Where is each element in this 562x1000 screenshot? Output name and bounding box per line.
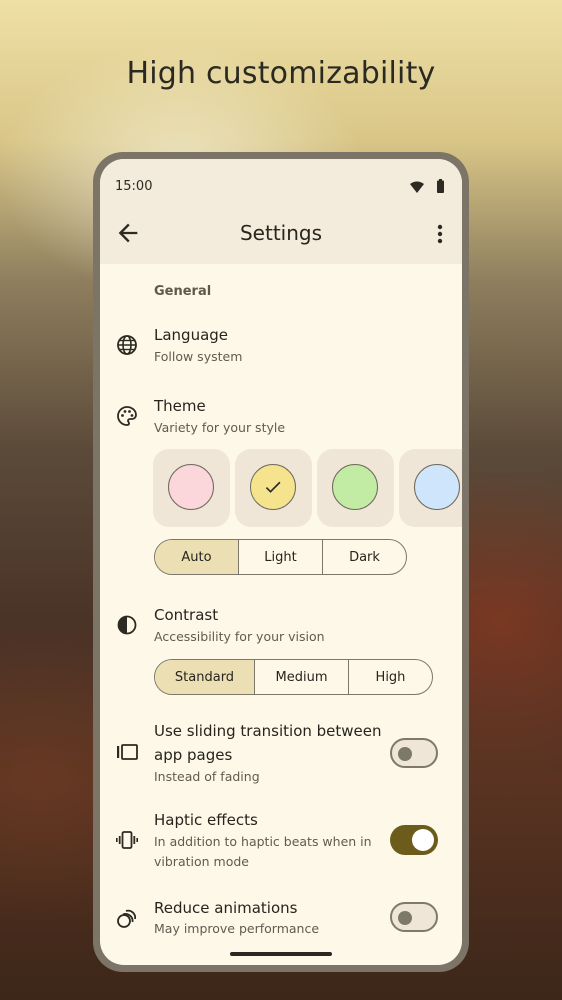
- theme-subtitle: Variety for your style: [154, 420, 286, 435]
- animation-icon: [117, 909, 136, 928]
- contrast-title: Contrast: [154, 606, 219, 624]
- theme-title: Theme: [154, 397, 206, 415]
- toggle-knob: [412, 829, 434, 851]
- wifi-icon: [410, 181, 424, 193]
- swatch-color-dot: [332, 464, 378, 510]
- theme-color-swatches: [153, 449, 462, 527]
- color-swatch-green[interactable]: [317, 449, 394, 527]
- more-vert-icon[interactable]: [434, 221, 446, 247]
- swatch-color-dot: [250, 464, 296, 510]
- section-title-general: General: [154, 284, 212, 299]
- sliding-transition-subtitle: Instead of fading: [154, 769, 260, 784]
- language-title: Language: [154, 326, 229, 344]
- promo-headline: High customizability: [126, 56, 436, 91]
- color-swatch-yellow[interactable]: [235, 449, 312, 527]
- reduce-animations-toggle[interactable]: [390, 902, 438, 932]
- toggle-knob: [398, 911, 412, 925]
- page-title: Settings: [239, 221, 323, 245]
- gesture-nav-handle[interactable]: [230, 952, 332, 956]
- reduce-animations-title: Reduce animations: [154, 899, 298, 917]
- sliding-transition-title-line1: Use sliding transition between: [154, 722, 382, 740]
- view-carousel-icon: [117, 744, 138, 760]
- toggle-knob: [398, 747, 412, 761]
- contrast-medium[interactable]: Medium: [255, 660, 349, 694]
- palette-icon: [117, 406, 137, 426]
- haptic-title: Haptic effects: [154, 811, 258, 829]
- sliding-transition-toggle[interactable]: [390, 738, 438, 768]
- haptic-subtitle-line2: vibration mode: [154, 854, 249, 869]
- phone-frame: 15:00 Settings General Language Follow s…: [93, 152, 469, 972]
- swatch-color-dot: [168, 464, 214, 510]
- battery-icon: [437, 179, 444, 193]
- haptic-toggle[interactable]: [390, 825, 438, 855]
- haptic-subtitle-line1: In addition to haptic beats when in: [154, 834, 372, 849]
- status-time: 15:00: [115, 179, 153, 194]
- theme-mode-light[interactable]: Light: [239, 540, 323, 574]
- contrast-standard[interactable]: Standard: [155, 660, 255, 694]
- reduce-animations-subtitle: May improve performance: [154, 921, 320, 936]
- contrast-icon: [117, 615, 137, 635]
- contrast-high[interactable]: High: [349, 660, 432, 694]
- status-bar: 15:00: [100, 159, 462, 207]
- vibration-icon: [116, 831, 138, 849]
- contrast-subtitle: Accessibility for your vision: [154, 629, 325, 644]
- theme-mode-dark[interactable]: Dark: [323, 540, 406, 574]
- swatch-color-dot: [414, 464, 460, 510]
- sliding-transition-title-line2: app pages: [154, 746, 233, 764]
- theme-mode-auto[interactable]: Auto: [155, 540, 239, 574]
- theme-mode-selector: Auto Light Dark: [154, 539, 407, 575]
- contrast-selector: Standard Medium High: [154, 659, 433, 695]
- color-swatch-pink[interactable]: [153, 449, 230, 527]
- color-swatch-blue[interactable]: [399, 449, 462, 527]
- check-icon: [265, 481, 281, 493]
- top-app-bar: Settings: [100, 207, 462, 264]
- language-subtitle: Follow system: [154, 349, 243, 364]
- settings-screen: 15:00 Settings General Language Follow s…: [100, 159, 462, 965]
- globe-icon: [117, 335, 137, 355]
